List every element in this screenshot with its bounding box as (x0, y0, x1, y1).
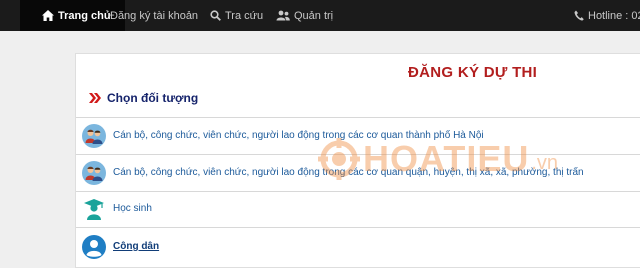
phone-icon (574, 10, 584, 21)
section-label: Chọn đối tượng (107, 91, 199, 105)
option-label[interactable]: Cán bộ, công chức, viên chức, người lao … (113, 130, 484, 141)
option-row[interactable]: Cán bộ, công chức, viên chức, người lao … (76, 117, 640, 154)
double-chevron-right-icon (89, 93, 101, 103)
nav-admin[interactable]: Quản trị (276, 0, 333, 31)
hotline-label: Hotline : 024 (588, 9, 640, 22)
nav-home-label: Trang chủ (58, 9, 111, 22)
search-icon (210, 10, 221, 21)
nav-lookup-label: Tra cứu (225, 9, 264, 22)
graduate-icon (82, 197, 106, 221)
nav-register-account-label: Đăng ký tài khoản (110, 9, 199, 22)
nav-lookup[interactable]: Tra cứu (210, 0, 263, 31)
home-icon (42, 10, 54, 21)
option-row[interactable]: Học sinh (76, 191, 640, 227)
users-icon (276, 10, 290, 21)
option-label[interactable]: Học sinh (113, 203, 152, 214)
staff-group-icon (82, 161, 106, 185)
option-row[interactable]: Cán bộ, công chức, viên chức, người lao … (76, 154, 640, 191)
hotline: Hotline : 024 (574, 0, 640, 31)
registration-panel: ĐĂNG KÝ DỰ THI Chọn đối tượng Cán bộ, cô… (75, 53, 640, 268)
option-row[interactable]: Công dân (76, 227, 640, 268)
nav-admin-label: Quản trị (294, 9, 334, 22)
staff-group-icon (82, 124, 106, 148)
option-label[interactable]: Công dân (113, 241, 159, 252)
page-title: ĐĂNG KÝ DỰ THI (408, 64, 538, 81)
section-header: Chọn đối tượng (89, 91, 198, 105)
nav-home[interactable]: Trang chủ (20, 0, 125, 31)
top-navbar: Trang chủ Đăng ký tài khoản Tra cứu Quản… (0, 0, 640, 31)
option-label[interactable]: Cán bộ, công chức, viên chức, người lao … (113, 167, 584, 178)
nav-register-account[interactable]: Đăng ký tài khoản (110, 0, 198, 31)
user-circle-icon (82, 235, 106, 259)
